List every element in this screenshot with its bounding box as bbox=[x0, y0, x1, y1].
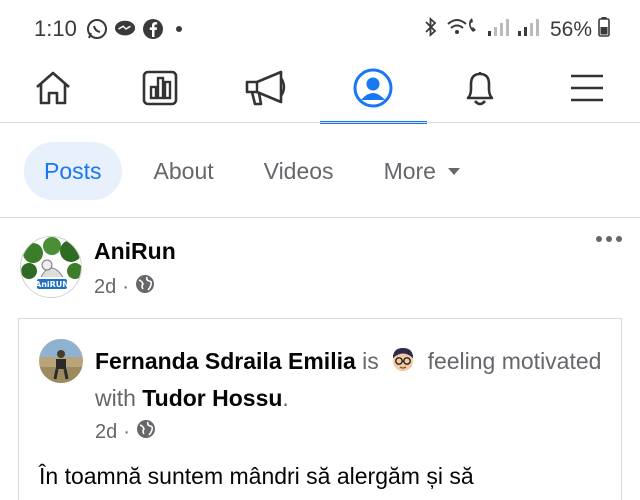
is-text: is bbox=[362, 348, 379, 374]
tab-posts[interactable]: Posts bbox=[24, 142, 122, 200]
profile-tabs: Posts About Videos More bbox=[24, 142, 492, 200]
feeds-icon bbox=[141, 69, 179, 112]
profile-icon bbox=[352, 67, 394, 114]
dot bbox=[616, 236, 622, 242]
tab-about[interactable]: About bbox=[136, 142, 232, 200]
tab-more-label: More bbox=[383, 157, 436, 184]
dot bbox=[596, 236, 602, 242]
tab-about-label: About bbox=[153, 157, 214, 184]
emoji-nerd-icon bbox=[389, 346, 417, 374]
meta-separator: · bbox=[122, 275, 129, 298]
avatar-logo-text: AniRUN bbox=[35, 280, 69, 289]
status-time: 1:10 bbox=[34, 16, 77, 41]
megaphone-icon bbox=[243, 68, 291, 113]
nav-divider bbox=[0, 122, 640, 123]
tab-videos[interactable]: Videos bbox=[246, 142, 352, 200]
tab-posts-label: Posts bbox=[44, 157, 102, 184]
tabs-divider bbox=[0, 217, 640, 218]
post-meta: 2d · bbox=[94, 274, 155, 300]
shared-post-text: În toamnă suntem mândri să alergăm și să bbox=[39, 463, 474, 489]
globe-icon bbox=[136, 419, 156, 445]
nav-notifications[interactable] bbox=[427, 58, 534, 122]
messenger-icon bbox=[114, 18, 136, 40]
post-time[interactable]: 2d bbox=[94, 276, 116, 299]
signal-icon bbox=[516, 16, 540, 43]
top-nav bbox=[0, 58, 640, 124]
nav-ads[interactable] bbox=[213, 58, 320, 122]
facebook-icon bbox=[142, 18, 164, 40]
shared-post-header: Fernanda Sdraila Emilia is feeling motiv… bbox=[95, 343, 605, 417]
battery-icon bbox=[598, 16, 610, 43]
page-avatar[interactable]: AniRUN bbox=[20, 236, 82, 298]
home-icon bbox=[33, 69, 73, 112]
shared-author-avatar[interactable] bbox=[39, 339, 83, 383]
signal-icon bbox=[486, 16, 510, 43]
nav-menu[interactable] bbox=[533, 58, 640, 122]
tagged-person[interactable]: Tudor Hossu bbox=[142, 385, 282, 411]
menu-icon bbox=[568, 72, 606, 109]
post-author[interactable]: AniRun bbox=[94, 238, 176, 265]
shared-post-meta: 2d · bbox=[95, 419, 156, 445]
system-icons: 56% bbox=[422, 16, 610, 43]
nav-profile[interactable] bbox=[319, 58, 427, 124]
bluetooth-icon bbox=[422, 16, 440, 43]
meta-separator: · bbox=[123, 420, 130, 443]
shared-post-time[interactable]: 2d bbox=[95, 421, 117, 444]
shared-author-name[interactable]: Fernanda Sdraila Emilia bbox=[95, 348, 356, 374]
battery-percent: 56% bbox=[549, 17, 592, 41]
whatsapp-icon bbox=[86, 18, 108, 40]
nav-feeds[interactable] bbox=[107, 58, 214, 122]
shared-post[interactable]: Fernanda Sdraila Emilia is feeling motiv… bbox=[18, 318, 622, 500]
tab-more[interactable]: More bbox=[366, 142, 478, 200]
dot bbox=[606, 236, 612, 242]
nav-home[interactable] bbox=[0, 58, 107, 122]
more-notifications-dot bbox=[176, 26, 182, 32]
tab-videos-label: Videos bbox=[263, 157, 334, 184]
wifi-call-icon bbox=[446, 16, 480, 43]
status-bar: 1:10 56% bbox=[0, 0, 640, 58]
caret-down-icon bbox=[447, 167, 460, 175]
bell-icon bbox=[461, 68, 499, 113]
end-punct: . bbox=[282, 385, 289, 411]
globe-icon bbox=[135, 274, 155, 300]
post-options-button[interactable] bbox=[596, 236, 622, 242]
notification-icons bbox=[86, 18, 182, 40]
